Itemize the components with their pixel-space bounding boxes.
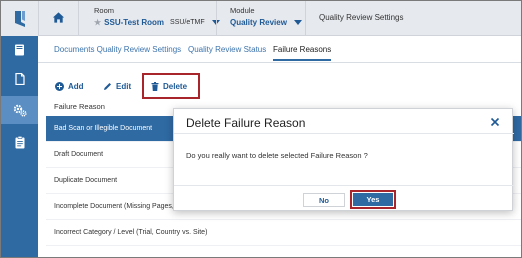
tab-failure-reasons[interactable]: Failure Reasons <box>273 45 332 61</box>
app-window: Room ★ SSU-Test Room SSU/eTMF Module Qua… <box>0 0 522 258</box>
app-logo[interactable] <box>1 1 38 36</box>
header-divider <box>216 1 217 36</box>
row-text: Incomplete Document (Missing Pages, e <box>54 203 180 210</box>
room-label: Room <box>94 6 115 15</box>
close-icon[interactable] <box>490 117 500 127</box>
book-icon <box>15 44 24 56</box>
sidebar-item-reports[interactable] <box>1 128 38 156</box>
clipboard-icon <box>15 135 24 148</box>
chevron-down-icon <box>293 20 302 25</box>
toolbar: Add Edit Delete <box>38 73 521 99</box>
star-icon[interactable]: ★ <box>94 18 101 27</box>
module-label: Module <box>230 6 255 15</box>
document-icon <box>14 73 25 85</box>
tab-quality-review-status[interactable]: Quality Review Status <box>188 45 266 54</box>
header-divider <box>305 1 306 36</box>
yes-button[interactable]: Yes <box>353 193 393 206</box>
add-label: Add <box>68 81 84 91</box>
dialog-divider <box>174 133 514 134</box>
room-name: SSU-Test Room <box>104 18 165 27</box>
row-text: Duplicate Document <box>54 177 118 184</box>
top-header: Room ★ SSU-Test Room SSU/eTMF Module Qua… <box>1 1 521 36</box>
header-divider <box>78 1 79 36</box>
pencil-icon <box>104 82 111 90</box>
edit-label: Edit <box>116 81 132 91</box>
no-button[interactable]: No <box>303 193 345 207</box>
sidebar-item-documents[interactable] <box>1 65 38 93</box>
edit-button[interactable]: Edit <box>103 77 131 95</box>
row-text: Bad Scan or Illegible Document <box>54 125 153 132</box>
module-name: Quality Review <box>230 18 287 27</box>
dialog-title: Delete Failure Reason <box>186 116 306 130</box>
sidebar-item-library[interactable] <box>1 36 38 64</box>
delete-highlight <box>142 73 200 99</box>
row-text: Incorrect Category / Level (Trial, Count… <box>54 229 208 236</box>
table-row[interactable]: Incorrect Category / Level (Trial, Count… <box>46 220 521 246</box>
plus-circle-icon <box>55 81 64 91</box>
tab-documents-quality-review-settings[interactable]: Documents Quality Review Settings <box>54 45 181 54</box>
dialog-message: Do you really want to delete selected Fa… <box>186 151 368 160</box>
room-selector[interactable]: ★ SSU-Test Room SSU/eTMF <box>94 18 220 27</box>
module-selector[interactable]: Quality Review <box>230 18 302 27</box>
room-code: SSU/eTMF <box>170 19 205 26</box>
home-icon[interactable] <box>52 11 65 24</box>
page-title: Quality Review Settings <box>319 13 404 22</box>
header-divider <box>38 1 39 36</box>
delete-confirm-dialog: Delete Failure Reason Do you really want… <box>173 108 514 211</box>
sidebar-item-settings[interactable] <box>1 96 38 124</box>
add-button[interactable]: Add <box>55 77 84 95</box>
logo-icon <box>14 10 25 27</box>
dialog-divider <box>174 185 514 186</box>
gears-icon <box>13 104 27 117</box>
grid-column-header[interactable]: Failure Reason <box>54 102 105 111</box>
row-text: Draft Document <box>54 151 104 158</box>
settings-tabs: Documents Quality Review Settings Qualit… <box>38 37 521 63</box>
sidebar <box>1 36 38 257</box>
